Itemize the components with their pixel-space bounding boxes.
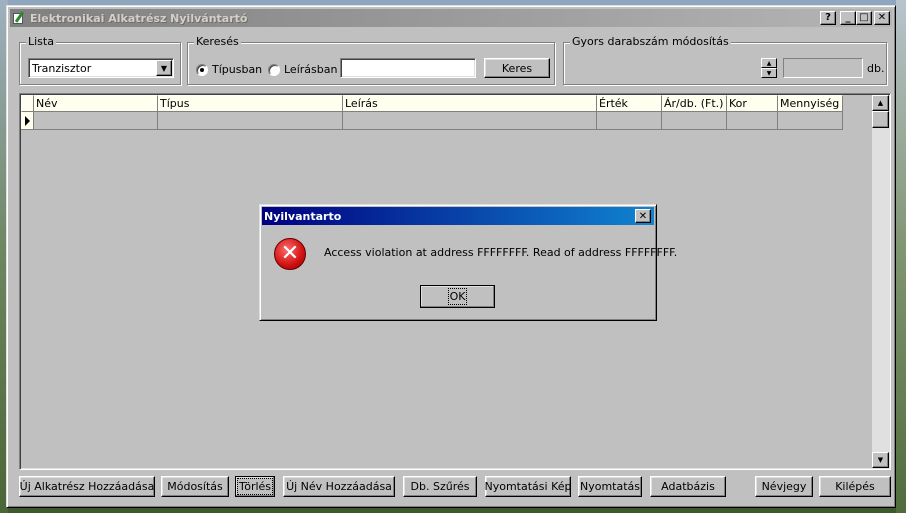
lista-combo-value: Tranzisztor — [32, 61, 92, 75]
column-header-ertek[interactable]: Érték — [597, 95, 662, 112]
spin-down-icon[interactable]: ▼ — [761, 68, 777, 78]
table-cell[interactable] — [343, 112, 597, 130]
keres-button-label: Keres — [501, 61, 533, 75]
radio-unchecked-icon[interactable] — [268, 63, 280, 76]
table-cell[interactable] — [158, 112, 343, 130]
error-dialog-title: Nyilvantarto — [264, 209, 342, 223]
app-icon — [12, 11, 26, 25]
delete-button-label: Törlés — [236, 478, 274, 495]
print-preview-button-label: Nyomtatási Kép — [484, 480, 572, 493]
close-icon[interactable]: ✕ — [635, 209, 651, 223]
table-cell[interactable] — [727, 112, 778, 130]
add-name-button-label: Új Név Hozzáadása — [286, 480, 392, 493]
ok-button-label: OK — [447, 288, 468, 305]
scroll-down-icon[interactable]: ▼ — [872, 452, 889, 468]
spin-up-icon[interactable]: ▲ — [761, 58, 777, 68]
scroll-thumb[interactable] — [872, 111, 889, 128]
quantity-input[interactable] — [783, 58, 863, 78]
about-button-label: Névjegy — [761, 480, 807, 493]
about-button[interactable]: Névjegy — [755, 476, 813, 497]
search-input[interactable] — [340, 58, 476, 78]
error-dialog-titlebar[interactable]: Nyilvantarto ✕ — [262, 207, 654, 225]
radio-leirasban[interactable]: Leírásban — [268, 63, 337, 76]
database-button-label: Adatbázis — [661, 480, 715, 493]
grid-header: Név Típus Leírás Érték Ár/db. (Ft.) Kor … — [21, 95, 843, 112]
grid-header-indicator — [21, 95, 34, 112]
radio-tipusban-label: Típusban — [212, 63, 263, 76]
column-header-nev[interactable]: Név — [34, 95, 158, 112]
window-titlebar[interactable]: Elektronikai Alkatrész Nyilvántartó ? _ … — [10, 9, 892, 27]
add-part-button[interactable]: Új Alkatrész Hozzáadása — [19, 476, 155, 497]
lista-group-label: Lista — [26, 35, 56, 48]
kereses-group: Keresés Típusban Leírásban Keres — [187, 35, 555, 85]
table-cell[interactable] — [597, 112, 662, 130]
kereses-group-label: Keresés — [194, 35, 241, 48]
radio-checked-icon[interactable] — [196, 63, 208, 76]
table-row[interactable] — [21, 112, 843, 130]
table-cell[interactable] — [778, 112, 843, 130]
quantity-unit: db. — [867, 62, 885, 75]
chevron-down-icon[interactable]: ▼ — [156, 60, 172, 76]
qty-filter-button[interactable]: Db. Szűrés — [403, 476, 477, 497]
ok-button[interactable]: OK — [420, 285, 495, 308]
print-button-label: Nyomtatás — [579, 480, 641, 493]
database-button[interactable]: Adatbázis — [650, 476, 726, 497]
exit-button[interactable]: Kilépés — [819, 476, 891, 497]
column-header-ar[interactable]: Ár/db. (Ft.) — [662, 95, 727, 112]
column-header-kor[interactable]: Kor — [727, 95, 778, 112]
gyors-group-label: Gyors darabszám módosítás — [570, 35, 731, 48]
qty-filter-button-label: Db. Szűrés — [410, 480, 470, 493]
print-preview-button[interactable]: Nyomtatási Kép — [484, 476, 572, 497]
radio-leirasban-label: Leírásban — [284, 63, 338, 76]
help-button[interactable]: ? — [820, 11, 836, 25]
radio-tipusban[interactable]: Típusban — [196, 63, 262, 76]
minimize-button[interactable]: _ — [840, 11, 856, 25]
table-cell[interactable] — [34, 112, 158, 130]
error-dialog: Nyilvantarto ✕ ✕ Access violation at add… — [259, 204, 677, 321]
error-icon: ✕ — [274, 238, 306, 270]
modify-button-label: Módosítás — [167, 480, 223, 493]
gyors-group: Gyors darabszám módosítás ▲ ▼ db. — [563, 35, 887, 85]
vertical-scrollbar[interactable]: ▲ ▼ — [872, 95, 889, 468]
table-cell[interactable] — [662, 112, 727, 130]
column-header-mennyiseg[interactable]: Mennyiség — [778, 95, 843, 112]
column-header-tipus[interactable]: Típus — [158, 95, 343, 112]
desktop-background-right — [896, 0, 906, 513]
keres-button[interactable]: Keres — [484, 58, 550, 78]
column-header-leiras[interactable]: Leírás — [343, 95, 597, 112]
lista-group: Lista Tranzisztor ▼ — [19, 35, 181, 85]
print-button[interactable]: Nyomtatás — [578, 476, 642, 497]
add-part-button-label: Új Alkatrész Hozzáadása — [19, 480, 155, 493]
error-message: Access violation at address FFFFFFFF. Re… — [324, 246, 678, 259]
close-button[interactable]: ✕ — [874, 11, 890, 25]
quantity-spinner[interactable]: ▲ ▼ — [761, 58, 777, 78]
lista-combo[interactable]: Tranzisztor ▼ — [28, 58, 174, 78]
modify-button[interactable]: Módosítás — [161, 476, 229, 497]
maximize-button[interactable]: □ — [856, 11, 872, 25]
window-title: Elektronikai Alkatrész Nyilvántartó — [30, 11, 248, 25]
add-name-button[interactable]: Új Név Hozzáadása — [283, 476, 395, 497]
row-indicator-icon — [21, 112, 34, 130]
scroll-up-icon[interactable]: ▲ — [872, 95, 889, 111]
delete-button[interactable]: Törlés — [235, 476, 275, 497]
exit-button-label: Kilépés — [835, 480, 875, 493]
